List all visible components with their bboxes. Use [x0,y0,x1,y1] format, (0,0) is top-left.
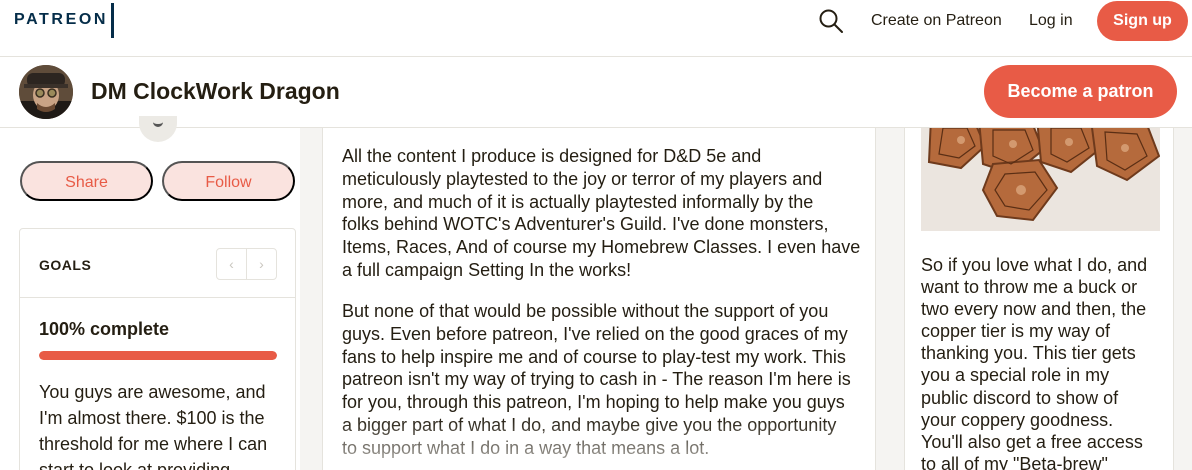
left-sidebar: Share Follow GOALS ‹ › 100% complete You… [0,116,300,470]
page-content: Share Follow GOALS ‹ › 100% complete You… [0,116,1192,470]
creator-portrait-image [19,65,73,119]
goal-progress-fill [39,351,277,360]
tier-description: So if you love what I do, and want to th… [921,255,1148,470]
logo-divider [111,3,114,38]
creator-header: DM ClockWork Dragon Become a patron [0,57,1192,128]
creator-name: DM ClockWork Dragon [91,78,340,104]
social-icon-button[interactable] [139,116,177,142]
goal-progress-bar [39,351,277,360]
goal-percent-complete: 100% complete [39,319,170,339]
goals-header: GOALS ‹ › [20,229,295,298]
log-in-link[interactable]: Log in [1029,12,1073,30]
avatar[interactable] [19,65,73,119]
create-on-patreon-link[interactable]: Create on Patreon [871,12,1002,30]
top-nav: PATREON Create on Patreon Log in Sign up [0,0,1192,57]
search-icon[interactable] [818,8,844,34]
patreon-logo[interactable]: PATREON [14,11,108,29]
tier-card: So if you love what I do, and want to th… [904,128,1174,470]
post-body: All the content I produce is designed fo… [322,128,876,470]
goals-title: GOALS [39,257,92,273]
goals-card: GOALS ‹ › 100% complete You guys are awe… [19,228,296,470]
share-button[interactable]: Share [20,161,153,201]
copper-coins-image [921,128,1160,231]
sign-up-button[interactable]: Sign up [1097,1,1188,41]
become-a-patron-button[interactable]: Become a patron [984,65,1177,118]
goal-description: You guys are awesome, and I'm almost the… [39,382,268,470]
text-fade-overlay [323,418,875,470]
follow-button[interactable]: Follow [162,161,295,201]
post-paragraph-1: All the content I produce is designed fo… [342,146,861,280]
goals-prev-button[interactable]: ‹ [216,248,247,280]
goals-next-button[interactable]: › [246,248,277,280]
